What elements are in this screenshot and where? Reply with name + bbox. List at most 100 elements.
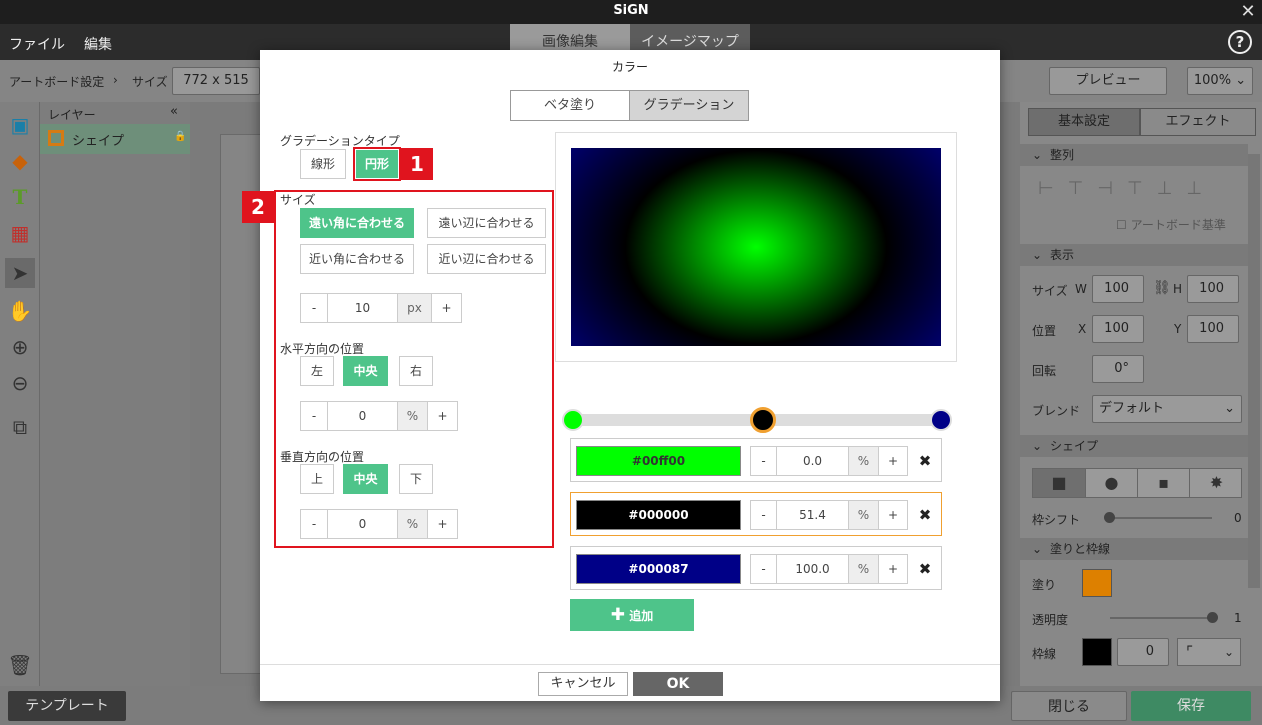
frame-shift-label: 枠シフト: [1032, 513, 1081, 527]
y-input[interactable]: 100: [1187, 315, 1239, 343]
fill-color-swatch[interactable]: [1082, 569, 1112, 597]
closest-side-button[interactable]: 近い辺に合わせる: [427, 244, 546, 274]
select-arrow-icon[interactable]: ➤: [5, 258, 35, 288]
section-shape[interactable]: ⌄ シェイプ: [1020, 435, 1248, 457]
frame-shift-slider[interactable]: [1106, 517, 1212, 519]
delete-stop-icon[interactable]: ✖: [915, 557, 935, 581]
add-stop-button[interactable]: ✚ 追加: [570, 599, 694, 631]
frame-shift-handle[interactable]: [1104, 512, 1115, 523]
height-input[interactable]: 100: [1187, 275, 1239, 303]
arrange-icon[interactable]: ⧉: [5, 412, 35, 442]
star-shape-icon[interactable]: ✸: [1189, 469, 1243, 497]
tab-gradient[interactable]: グラデーション: [629, 90, 749, 121]
artboard-reference-checkbox[interactable]: ☐ アートボード基準: [1116, 216, 1226, 233]
h-plus-button[interactable]: +: [427, 401, 458, 431]
stroke-width-input[interactable]: 0: [1117, 638, 1169, 666]
template-button[interactable]: テンプレート: [8, 691, 126, 721]
text-icon[interactable]: T: [5, 182, 35, 212]
blend-select[interactable]: デフォルト ⌄: [1092, 395, 1242, 423]
farthest-corner-button[interactable]: 遠い角に合わせる: [300, 208, 414, 238]
tab-solid-fill[interactable]: ベタ塗り: [510, 90, 630, 121]
v-value-input[interactable]: 0: [327, 509, 398, 539]
rounded-shape-icon[interactable]: ▪: [1137, 469, 1189, 497]
v-center-button[interactable]: 中央: [343, 464, 388, 494]
menu-edit[interactable]: 編集: [84, 34, 112, 54]
stop-plus-button[interactable]: +: [878, 554, 908, 584]
h-value-input[interactable]: 0: [327, 401, 398, 431]
v-bottom-button[interactable]: 下: [399, 464, 433, 494]
farthest-side-button[interactable]: 遠い辺に合わせる: [427, 208, 546, 238]
linear-button[interactable]: 線形: [300, 149, 346, 179]
h-center-button[interactable]: 中央: [343, 356, 388, 386]
gradient-stop-handle-1[interactable]: [562, 409, 584, 431]
gradient-stop-row: #000000 - 51.4 % + ✖: [570, 492, 942, 536]
circle-shape-icon[interactable]: ●: [1085, 469, 1137, 497]
stop-minus-button[interactable]: -: [750, 500, 777, 530]
zoom-out-icon[interactable]: ⊖: [5, 368, 35, 398]
v-minus-button[interactable]: -: [300, 509, 328, 539]
stroke-color-swatch[interactable]: [1082, 638, 1112, 666]
collapse-icon[interactable]: «: [170, 104, 178, 119]
shapes-icon[interactable]: ◆: [5, 146, 35, 176]
cancel-button[interactable]: キャンセル: [538, 672, 628, 696]
stop-position-input[interactable]: 51.4: [776, 500, 849, 530]
section-fill-stroke[interactable]: ⌄ 塗りと枠線: [1020, 538, 1248, 560]
opacity-handle[interactable]: [1207, 612, 1218, 623]
gradient-stop-handle-3[interactable]: [930, 409, 952, 431]
ok-button[interactable]: OK: [633, 672, 723, 696]
opacity-slider[interactable]: [1110, 617, 1214, 619]
close-icon[interactable]: ✕: [1238, 0, 1258, 24]
h-right-button[interactable]: 右: [399, 356, 433, 386]
delete-stop-icon[interactable]: ✖: [915, 449, 935, 473]
image-icon[interactable]: ▣: [5, 110, 35, 140]
hand-icon[interactable]: ✋: [5, 296, 35, 326]
delete-stop-icon[interactable]: ✖: [915, 503, 935, 527]
size-field[interactable]: 772 x 515: [172, 67, 260, 95]
zoom-in-icon[interactable]: ⊕: [5, 332, 35, 362]
preview-button[interactable]: プレビュー: [1049, 67, 1167, 95]
size-value-input[interactable]: 10: [327, 293, 398, 323]
stop-minus-button[interactable]: -: [750, 446, 777, 476]
section-align[interactable]: ⌄ 整列: [1020, 144, 1248, 166]
save-button[interactable]: 保存: [1131, 691, 1251, 721]
closest-corner-button[interactable]: 近い角に合わせる: [300, 244, 414, 274]
h-left-button[interactable]: 左: [300, 356, 334, 386]
tab-basic-settings[interactable]: 基本設定: [1028, 108, 1140, 136]
stop-color-swatch[interactable]: #000087: [576, 554, 741, 584]
size-label: サイズ: [1032, 284, 1068, 298]
x-input[interactable]: 100: [1092, 315, 1144, 343]
close-button[interactable]: 閉じる: [1011, 691, 1127, 721]
lock-icon[interactable]: 🔒: [174, 131, 186, 142]
stop-position-input[interactable]: 0.0: [776, 446, 849, 476]
gradient-stop-handle-2[interactable]: [750, 407, 776, 433]
zoom-select[interactable]: 100% ⌄: [1187, 67, 1253, 95]
tab-effect[interactable]: エフェクト: [1140, 108, 1256, 136]
v-plus-button[interactable]: +: [427, 509, 458, 539]
title-bar: SiGN: [0, 0, 1262, 24]
align-buttons-icon[interactable]: ⊢⊤⊣⊤⊥⊥: [1038, 178, 1216, 199]
v-top-button[interactable]: 上: [300, 464, 334, 494]
section-display[interactable]: ⌄ 表示: [1020, 244, 1248, 266]
menu-file[interactable]: ファイル: [9, 34, 65, 54]
trash-icon[interactable]: 🗑: [5, 650, 35, 680]
h-minus-button[interactable]: -: [300, 401, 328, 431]
artboard-setting-breadcrumb[interactable]: アートボード設定: [9, 73, 104, 90]
square-shape-icon[interactable]: ■: [1033, 469, 1085, 497]
scrollbar[interactable]: [1248, 154, 1260, 588]
size-plus-button[interactable]: +: [431, 293, 462, 323]
width-input[interactable]: 100: [1092, 275, 1144, 303]
stop-plus-button[interactable]: +: [878, 500, 908, 530]
help-icon[interactable]: ?: [1228, 30, 1252, 54]
rotation-input[interactable]: 0°: [1092, 355, 1144, 383]
table-icon[interactable]: ▦: [5, 218, 35, 248]
size-minus-button[interactable]: -: [300, 293, 328, 323]
stop-color-swatch[interactable]: #00ff00: [576, 446, 741, 476]
stop-color-swatch[interactable]: #000000: [576, 500, 741, 530]
stop-position-input[interactable]: 100.0: [776, 554, 849, 584]
radial-button[interactable]: 円形: [356, 150, 398, 178]
stop-minus-button[interactable]: -: [750, 554, 777, 584]
stop-plus-button[interactable]: +: [878, 446, 908, 476]
corner-style-select[interactable]: ⌜ ⌄: [1177, 638, 1241, 666]
link-icon[interactable]: ⛓: [1153, 280, 1171, 296]
layer-item[interactable]: シェイプ 🔒: [40, 124, 190, 154]
